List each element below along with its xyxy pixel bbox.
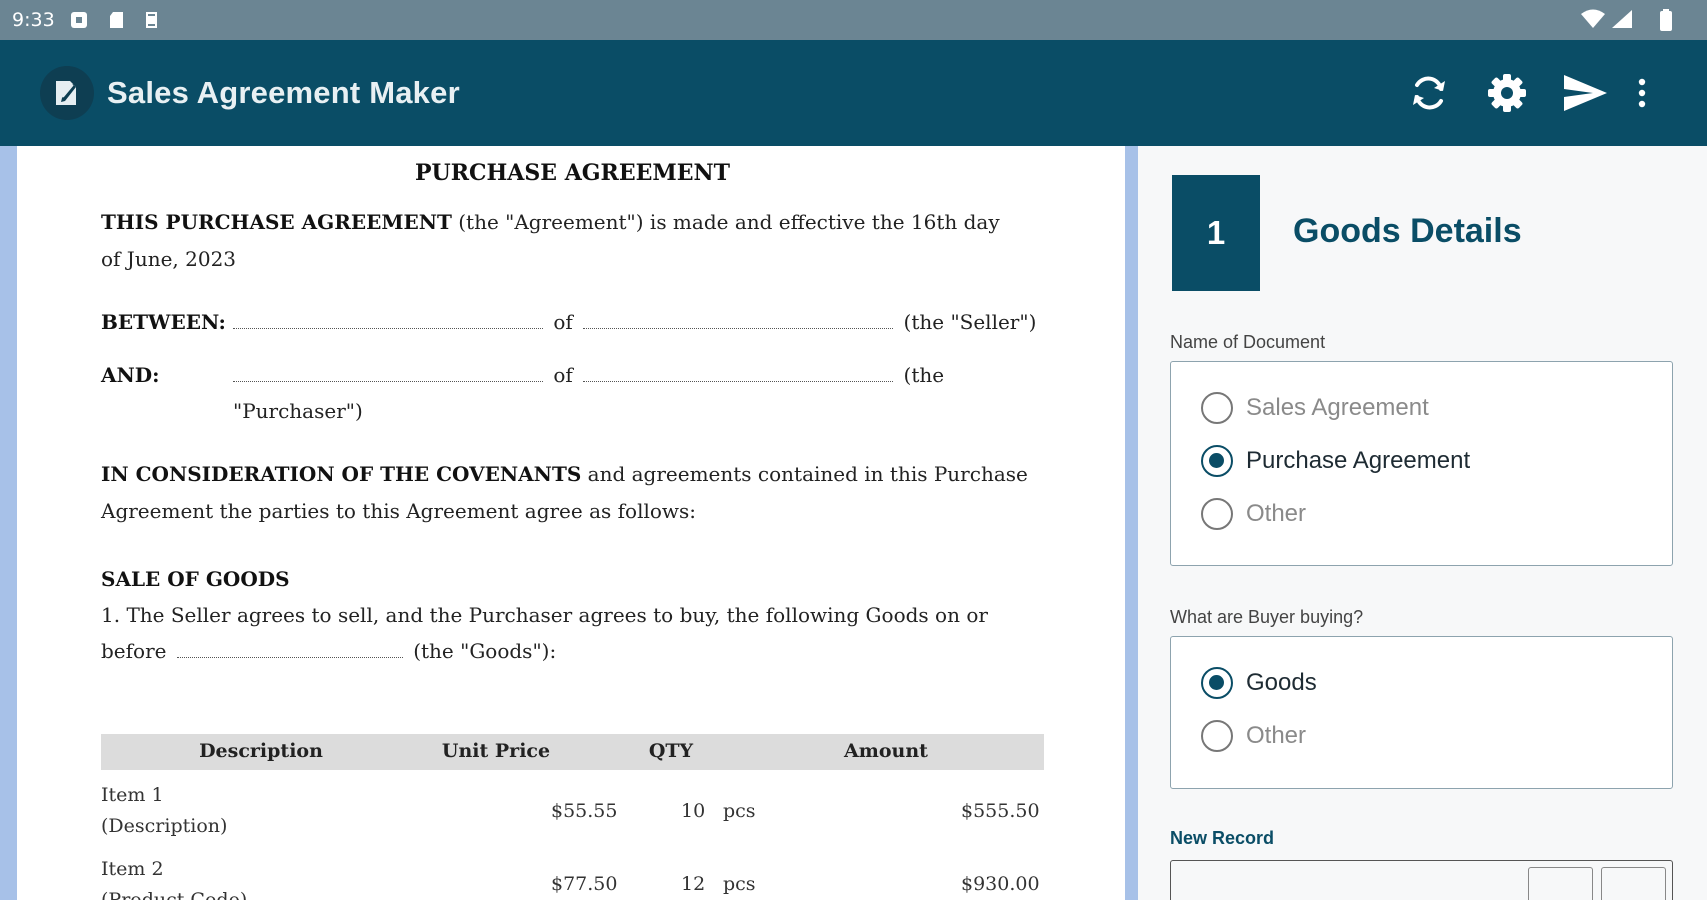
send-icon[interactable] (1559, 67, 1611, 119)
wifi-icon (1581, 9, 1605, 34)
more-vert-icon[interactable] (1630, 67, 1654, 119)
sale-heading: SALE OF GOODS (101, 567, 290, 591)
and-line: of (the (233, 363, 944, 387)
row1-unit: pcs (723, 800, 756, 822)
document-title: PURCHASE AGREEMENT (415, 160, 730, 186)
row1-qty: 10 (681, 800, 706, 822)
document-edit-icon (40, 66, 94, 120)
new-record-box[interactable] (1170, 860, 1673, 900)
seller-address-blank (583, 311, 894, 329)
seller-role: (the "Seller") (903, 310, 1037, 334)
sd-card-icon (108, 11, 126, 34)
col-amount: Amount (844, 740, 928, 762)
refresh-icon[interactable] (1403, 67, 1455, 119)
row2-sub: (Product Code) (101, 889, 248, 900)
row2-unit-price: $77.50 (551, 873, 618, 895)
and-of: of (553, 363, 573, 387)
radio-button-selected[interactable] (1201, 445, 1233, 477)
status-time: 9:33 (12, 9, 55, 31)
step-number-badge: 1 (1172, 175, 1260, 291)
purchaser-name-blank (233, 364, 543, 382)
row2-qty: 12 (681, 873, 706, 895)
signal-icon (1611, 9, 1633, 34)
row2-unit: pcs (723, 873, 756, 895)
buying-options: Goods Other (1170, 636, 1673, 789)
app-title: Sales Agreement Maker (107, 75, 460, 110)
seller-name-blank (233, 311, 543, 329)
settings-icon[interactable] (1481, 67, 1533, 119)
intro-text-1: (the "Agreement") is made and effective … (451, 210, 1000, 234)
radio-button-selected[interactable] (1201, 667, 1233, 699)
sync-status-icon (144, 11, 160, 34)
document-body: PURCHASE AGREEMENT THIS PURCHASE AGREEME… (101, 146, 1063, 900)
document-preview-pane[interactable]: PURCHASE AGREEMENT THIS PURCHASE AGREEME… (0, 146, 1138, 900)
col-unit-price: Unit Price (441, 740, 551, 762)
between-line: of (the "Seller") (233, 310, 1036, 334)
radio-label: Other (1246, 722, 1307, 749)
col-description: Description (199, 740, 323, 762)
between-of: of (553, 310, 573, 334)
notification-icon (70, 11, 88, 34)
and-label: AND: (101, 363, 160, 387)
purchaser-address-blank (583, 364, 894, 382)
radio-label: Sales Agreement (1246, 394, 1429, 421)
row1-unit-price: $55.55 (551, 800, 618, 822)
purchaser-role-1: (the (903, 363, 945, 387)
purchaser-role-2: "Purchaser") (233, 399, 363, 423)
intro-line-2: of June, 2023 (101, 247, 237, 271)
record-action-button[interactable] (1601, 867, 1666, 900)
consideration-text-1: and agreements contained in this Purchas… (581, 462, 1028, 486)
row1-item: Item 1 (101, 784, 164, 806)
app-bar: Sales Agreement Maker (0, 40, 1707, 146)
radio-label: Other (1246, 500, 1307, 527)
doc-name-label: Name of Document (1170, 332, 1326, 352)
row1-amount: $555.50 (961, 800, 1040, 822)
radio-button[interactable] (1201, 720, 1233, 752)
radio-label: Purchase Agreement (1246, 447, 1471, 474)
status-bar: 9:33 (0, 0, 1707, 40)
radio-button[interactable] (1201, 498, 1233, 530)
goods-table-header: Description Unit Price QTY Amount (101, 734, 1044, 770)
record-action-button[interactable] (1528, 867, 1593, 900)
intro-line-1: THIS PURCHASE AGREEMENT (the "Agreement"… (101, 210, 1000, 234)
new-record-label: New Record (1170, 828, 1275, 848)
row1-sub: (Description) (101, 815, 228, 837)
battery-icon (1659, 9, 1673, 36)
row2-item: Item 2 (101, 858, 164, 880)
radio-button[interactable] (1201, 392, 1233, 424)
consideration-line-2: Agreement the parties to this Agreement … (101, 499, 697, 523)
sale-clause-line-1: 1. The Seller agrees to sell, and the Pu… (101, 603, 988, 627)
buying-label: What are Buyer buying? (1170, 607, 1364, 627)
goods-date-blank (176, 640, 403, 658)
consideration-line-1: IN CONSIDERATION OF THE COVENANTS and ag… (101, 462, 1028, 486)
intro-bold: THIS PURCHASE AGREEMENT (101, 210, 452, 234)
radio-label: Goods (1246, 669, 1317, 696)
between-label: BETWEEN: (101, 310, 226, 334)
doc-name-options: Sales Agreement Purchase Agreement Other (1170, 361, 1673, 566)
sale-clause-line-2: before (the "Goods"): (101, 639, 557, 663)
step-title: Goods Details (1293, 212, 1522, 250)
form-pane: 1 Goods Details Name of Document Sales A… (1138, 146, 1707, 900)
document-page: PURCHASE AGREEMENT THIS PURCHASE AGREEME… (17, 146, 1125, 900)
col-qty: QTY (648, 740, 694, 762)
row2-amount: $930.00 (961, 873, 1040, 895)
consideration-bold: IN CONSIDERATION OF THE COVENANTS (101, 462, 582, 486)
